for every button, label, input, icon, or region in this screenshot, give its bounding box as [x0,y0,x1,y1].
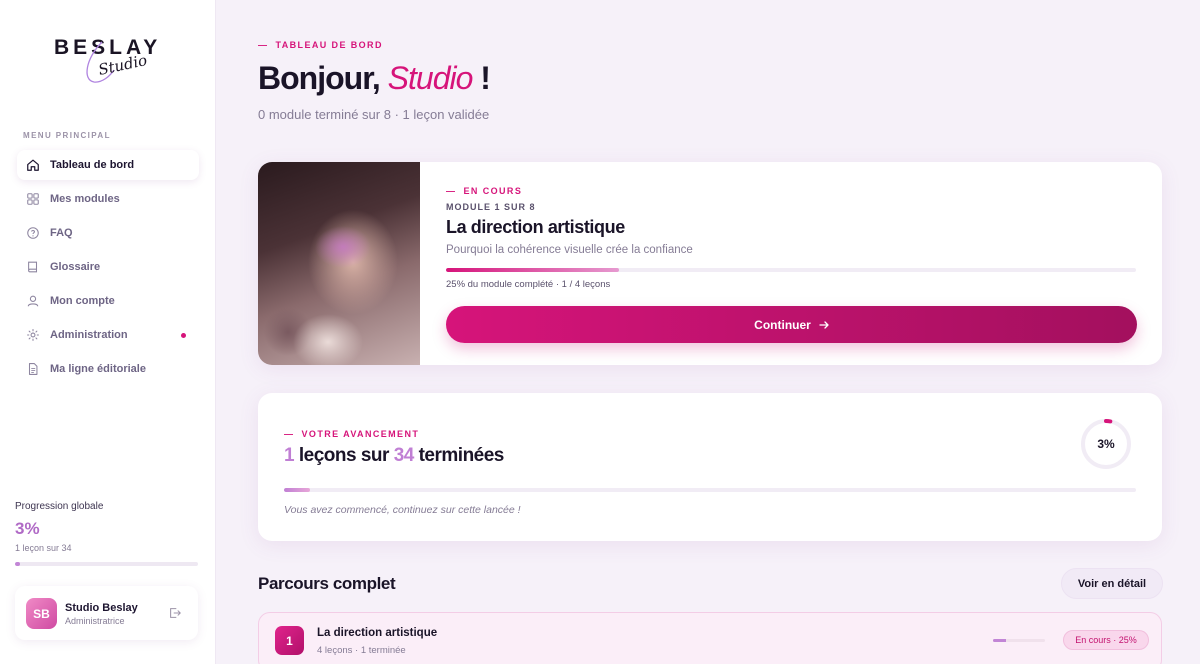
sidebar-item-glossary[interactable]: Glossaire [17,252,199,282]
progress-ring-label: 3% [1097,437,1115,451]
arrow-right-icon [819,320,829,329]
user-role: Administratrice [65,616,125,626]
advancement-mid: leçons sur [294,445,394,466]
module-subtitle: Pourquoi la cohérence visuelle crée la c… [446,244,693,256]
sidebar-item-account[interactable]: Mon compte [17,286,199,316]
page-eyebrow: TABLEAU DE BORD [258,40,383,50]
advancement-end: terminées [413,445,505,466]
advancement-note: Vous avez commencé, continuez sur cette … [284,504,521,516]
sidebar-item-label: Glossaire [50,261,101,273]
page-title: Bonjour, Studio ! [258,60,491,97]
notification-dot [181,333,186,338]
main-nav: Tableau de bord Mes modules FAQ Glossair… [17,150,199,388]
view-detail-button[interactable]: Voir en détail [1061,568,1163,599]
greeting-name: Studio [387,60,474,96]
sidebar-item-label: Mes modules [50,193,120,205]
continue-button-label: Continuer [754,317,811,332]
section-title: Parcours complet [258,574,396,593]
module-status: EN COURS [446,186,522,196]
course-number: 1 [275,626,304,655]
course-progress-fill [993,639,1006,642]
status-badge: En cours · 25% [1063,630,1149,650]
lessons-total: 34 [393,445,415,466]
module-progress-meta: 25% du module complété · 1 / 4 leçons [446,279,611,290]
global-progress-fill [15,562,21,566]
sidebar-item-administration[interactable]: Administration [17,320,199,350]
list-item[interactable]: 1 La direction artistique 4 leçons · 1 t… [258,612,1162,664]
continue-button[interactable]: Continuer [446,306,1137,343]
advancement-progress-bar [284,488,1136,492]
global-progress-sub: 1 leçon sur 34 [15,543,72,553]
sidebar-item-label: Ma ligne éditoriale [50,363,146,375]
settings-icon [26,328,40,342]
logout-icon[interactable] [168,606,182,620]
greeting-prefix: Bonjour, [258,60,388,96]
advancement-card: VOTRE AVANCEMENT 1 leçons sur 34 terminé… [258,393,1162,541]
global-progress-bar [15,562,198,566]
module-progress-bar [446,268,1136,272]
current-module-card: EN COURS MODULE 1 SUR 8 La direction art… [258,162,1162,365]
sidebar: BESLAY Studio MENU PRINCIPAL Tableau de … [0,0,216,664]
menu-title: MENU PRINCIPAL [23,131,111,140]
document-icon [26,362,40,376]
user-name: Studio Beslay [65,602,138,614]
advancement-progress-fill [284,488,310,492]
sidebar-item-label: Mon compte [50,295,115,307]
global-progress-label: Progression globale [15,501,104,512]
module-progress-fill [446,268,619,272]
sidebar-item-editorial-line[interactable]: Ma ligne éditoriale [17,354,199,384]
home-icon [26,158,40,172]
sidebar-item-faq[interactable]: FAQ [17,218,199,248]
sidebar-item-dashboard[interactable]: Tableau de bord [17,150,199,180]
course-meta: 4 leçons · 1 terminée [317,645,406,656]
sidebar-item-label: Tableau de bord [50,159,135,171]
user-icon [26,294,40,308]
course-title: La direction artistique [317,627,438,639]
avatar: SB [26,598,57,629]
module-cover-image [258,162,420,365]
greeting-suffix: ! [472,60,491,96]
lessons-done: 1 [284,445,295,466]
module-title: La direction artistique [446,217,625,237]
course-progress-bar [993,639,1045,642]
user-card[interactable]: SB Studio Beslay Administratrice [15,586,198,640]
main-content: TABLEAU DE BORD Bonjour, Studio ! 0 modu… [216,0,1200,664]
book-icon [26,260,40,274]
grid-icon [26,192,40,206]
brand-logo[interactable]: BESLAY Studio [54,34,164,84]
sidebar-item-modules[interactable]: Mes modules [17,184,199,214]
module-count: MODULE 1 SUR 8 [446,202,536,212]
progress-summary: 0 module terminé sur 8 · 1 leçon validée [258,107,490,122]
advancement-eyebrow: VOTRE AVANCEMENT [284,429,419,439]
global-progress-value: 3% [15,519,40,538]
sidebar-item-label: Administration [50,329,128,341]
help-circle-icon [26,226,40,240]
sidebar-item-label: FAQ [50,227,73,239]
advancement-title: 1 leçons sur 34 terminées [284,445,504,467]
